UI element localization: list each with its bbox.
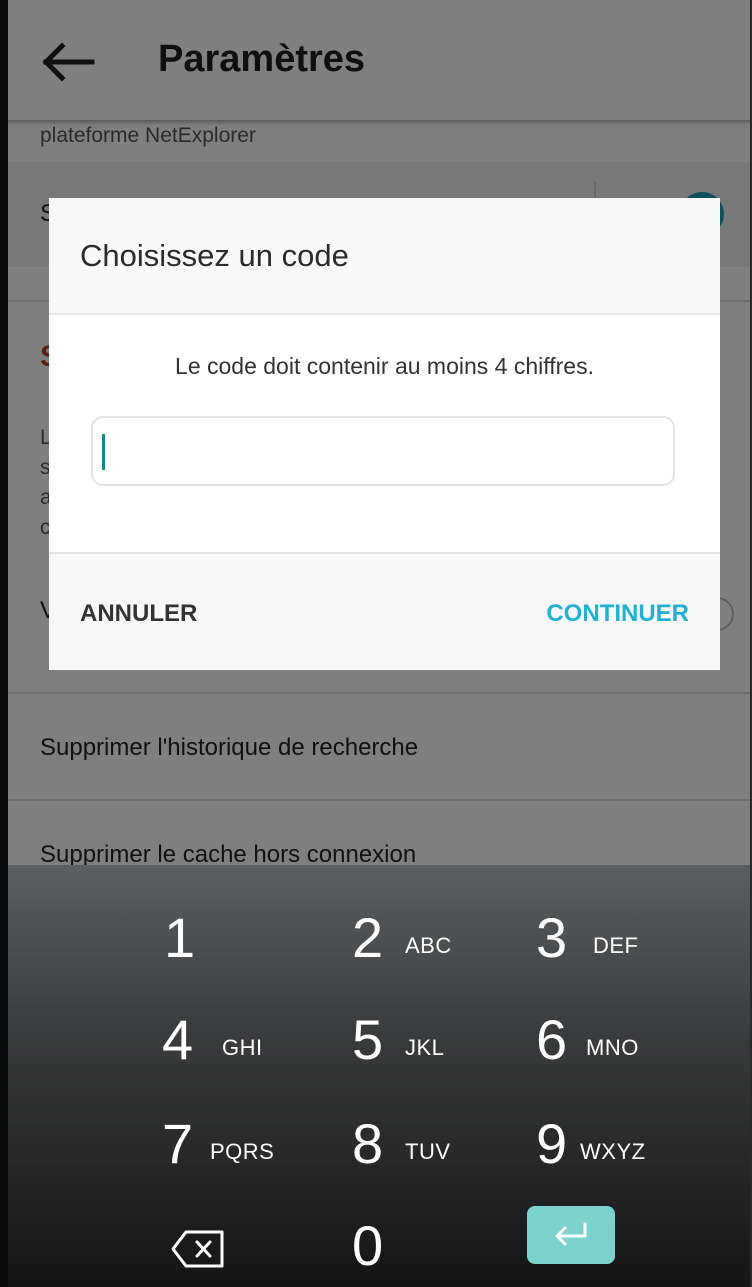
key-2[interactable]: 2 ABC [330, 891, 520, 991]
key-letters: DEF [593, 933, 639, 958]
numeric-keypad: 1 2 ABC 3 DEF 4 GHI 5 JKL 6 MNO 7 PQRS 8… [0, 865, 752, 1287]
continue-button[interactable]: CONTINUER [546, 600, 689, 628]
key-digit: 0 [352, 1214, 384, 1277]
key-digit: 9 [536, 1112, 568, 1175]
backspace-key[interactable] [140, 1199, 330, 1287]
key-digit: 3 [536, 906, 568, 969]
key-digit: 8 [352, 1112, 384, 1175]
key-9[interactable]: 9 WXYZ [518, 1097, 708, 1197]
key-letters: WXYZ [580, 1139, 646, 1164]
dialog-message: Le code doit contenir au moins 4 chiffre… [175, 353, 594, 379]
key-letters: PQRS [210, 1139, 275, 1164]
key-4[interactable]: 4 GHI [140, 993, 330, 1093]
choose-code-dialog: Choisissez un code Le code doit contenir… [49, 198, 720, 670]
key-6[interactable]: 6 MNO [518, 993, 708, 1093]
key-7[interactable]: 7 PQRS [140, 1097, 330, 1197]
enter-key[interactable] [527, 1206, 615, 1264]
key-letters: MNO [586, 1035, 639, 1060]
key-8[interactable]: 8 TUV [330, 1097, 520, 1197]
cancel-button[interactable]: ANNULER [80, 600, 197, 628]
enter-icon [555, 1222, 587, 1246]
key-letters: JKL [405, 1035, 445, 1060]
key-digit: 2 [352, 906, 384, 969]
key-5[interactable]: 5 JKL [330, 993, 520, 1093]
dialog-title: Choisissez un code [80, 238, 349, 273]
backspace-icon [171, 1230, 224, 1268]
key-digit: 1 [164, 906, 196, 969]
key-digit: 6 [536, 1008, 568, 1071]
device-bezel-left [0, 0, 8, 1287]
key-letters: TUV [405, 1139, 451, 1164]
key-0[interactable]: 0 [330, 1199, 520, 1287]
screen: Paramètres plateforme NetExplorer S S L … [0, 0, 752, 1287]
key-digit: 5 [352, 1008, 384, 1071]
key-3[interactable]: 3 DEF [518, 891, 708, 991]
key-digit: 7 [162, 1112, 194, 1175]
code-input[interactable] [91, 416, 675, 486]
key-digit: 4 [162, 1008, 194, 1071]
key-1[interactable]: 1 [140, 891, 330, 991]
key-letters: ABC [405, 933, 452, 958]
dialog-footer: ANNULER CONTINUER [49, 552, 720, 670]
dialog-header: Choisissez un code [49, 198, 720, 315]
text-caret [102, 434, 105, 470]
key-letters: GHI [222, 1035, 263, 1060]
